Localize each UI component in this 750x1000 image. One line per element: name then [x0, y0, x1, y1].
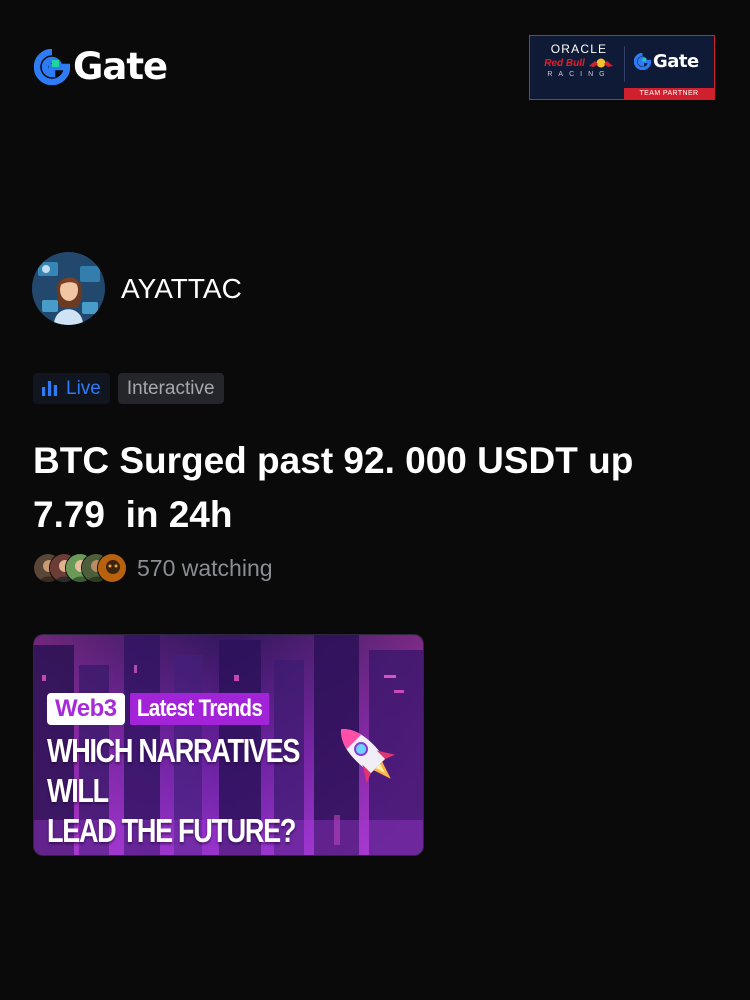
- viewer-avatars: [33, 553, 127, 583]
- oracle-text: ORACLE: [550, 42, 608, 56]
- oracle-redbull-racing-logo: ORACLE Red Bull RACING: [538, 42, 620, 78]
- partner-gate-logo: Gate: [634, 51, 699, 72]
- host-avatar[interactable]: [32, 252, 105, 325]
- brand-name: Gate: [73, 45, 168, 88]
- stream-title: BTC Surged past 92. 000 USDT up 7.79 in …: [33, 440, 634, 535]
- interactive-tag-label: Interactive: [126, 377, 215, 399]
- avatar-image: [32, 252, 105, 325]
- bar-chart-icon: [42, 381, 57, 396]
- viewer-avatar: [97, 553, 127, 583]
- stream-tags: Live Interactive: [33, 373, 224, 404]
- live-tag-label: Live: [66, 377, 101, 399]
- gate-logo-icon: [34, 48, 70, 85]
- thumbnail-badges: Web3 Latest Trends: [47, 693, 291, 725]
- interactive-tag: Interactive: [117, 373, 224, 404]
- watching-count: 570 watching: [137, 554, 273, 581]
- rocket-icon: [341, 729, 395, 783]
- live-stream-page: Gate ORACLE Red Bull RACING Gate TEAM PA…: [0, 0, 750, 1000]
- thumbnail-headline: WHICH NARRATIVES WILL LEAD THE FUTURE?: [47, 732, 300, 849]
- bull-icon: [588, 58, 613, 68]
- stream-thumbnail[interactable]: Web3 Latest Trends WHICH NARRATIVES WILL…: [33, 634, 424, 856]
- red-bull-text: Red Bull: [544, 57, 585, 69]
- live-tag: Live: [33, 373, 110, 404]
- host-profile[interactable]: AYATTAC: [32, 252, 242, 325]
- web3-badge: Web3: [47, 693, 125, 725]
- host-name[interactable]: AYATTAC: [121, 273, 242, 305]
- latest-trends-badge: Latest Trends: [129, 693, 269, 725]
- viewer-count: 570 watching: [33, 553, 273, 583]
- gate-logo-icon: [634, 53, 651, 70]
- gate-logo[interactable]: Gate: [34, 45, 168, 88]
- team-partner-label: TEAM PARTNER: [624, 88, 714, 99]
- partner-divider: [624, 46, 625, 82]
- racing-text: RACING: [547, 71, 611, 78]
- partner-gate-text: Gate: [653, 51, 699, 72]
- partner-banner: ORACLE Red Bull RACING Gate TEAM PARTNER: [529, 35, 715, 100]
